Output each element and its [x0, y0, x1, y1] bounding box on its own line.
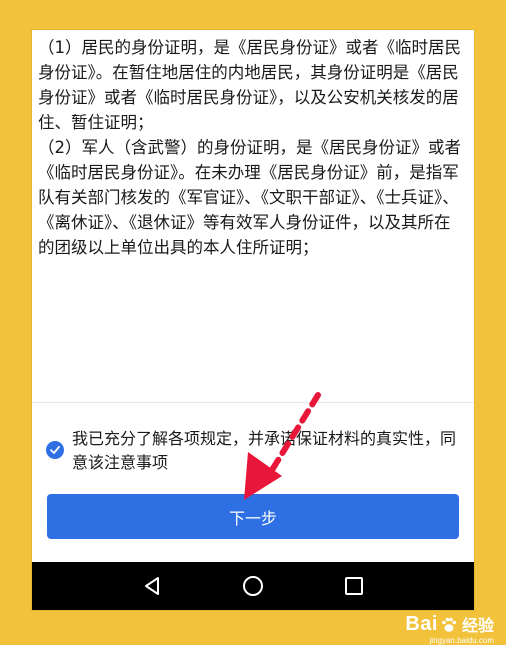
- notice-paragraph-residents: （1）居民的身份证明，是《居民身份证》或者《临时居民身份证》。在暂住地居住的内地…: [38, 38, 461, 132]
- agreement-text: 我已充分了解各项规定，并承诺保证材料的真实性，同意该注意事项: [72, 429, 457, 472]
- notice-paragraph-military: （2）军人（含武警）的身份证明，是《居民身份证》或者《临时居民身份证》。在未办理…: [38, 138, 461, 257]
- next-step-button[interactable]: 下一步: [47, 494, 459, 539]
- phone-screen: （1）居民的身份证明，是《居民身份证》或者《临时居民身份证》。在暂住地居住的内地…: [32, 30, 474, 610]
- recents-square-icon[interactable]: [334, 566, 374, 606]
- watermark-brand-cn: 经验: [461, 618, 494, 635]
- watermark-brand: Bai: [405, 613, 438, 635]
- watermark-site: jingyan.baidu.com: [429, 636, 494, 645]
- checkbox-checked-icon[interactable]: [46, 441, 64, 459]
- baidu-jingyan-watermark: Bai 经验 jingyan.baidu.com: [405, 612, 494, 645]
- divider: [32, 402, 474, 403]
- checkmark-icon: [50, 446, 60, 454]
- android-nav-bar: [32, 562, 474, 610]
- home-circle-icon[interactable]: [233, 566, 273, 606]
- back-triangle-icon[interactable]: [132, 566, 172, 606]
- agreement-row[interactable]: 我已充分了解各项规定，并承诺保证材料的真实性，同意该注意事项: [46, 427, 456, 475]
- paw-icon: [442, 617, 457, 632]
- notice-content: （1）居民的身份证明，是《居民身份证》或者《临时居民身份证》。在暂住地居住的内地…: [32, 30, 474, 402]
